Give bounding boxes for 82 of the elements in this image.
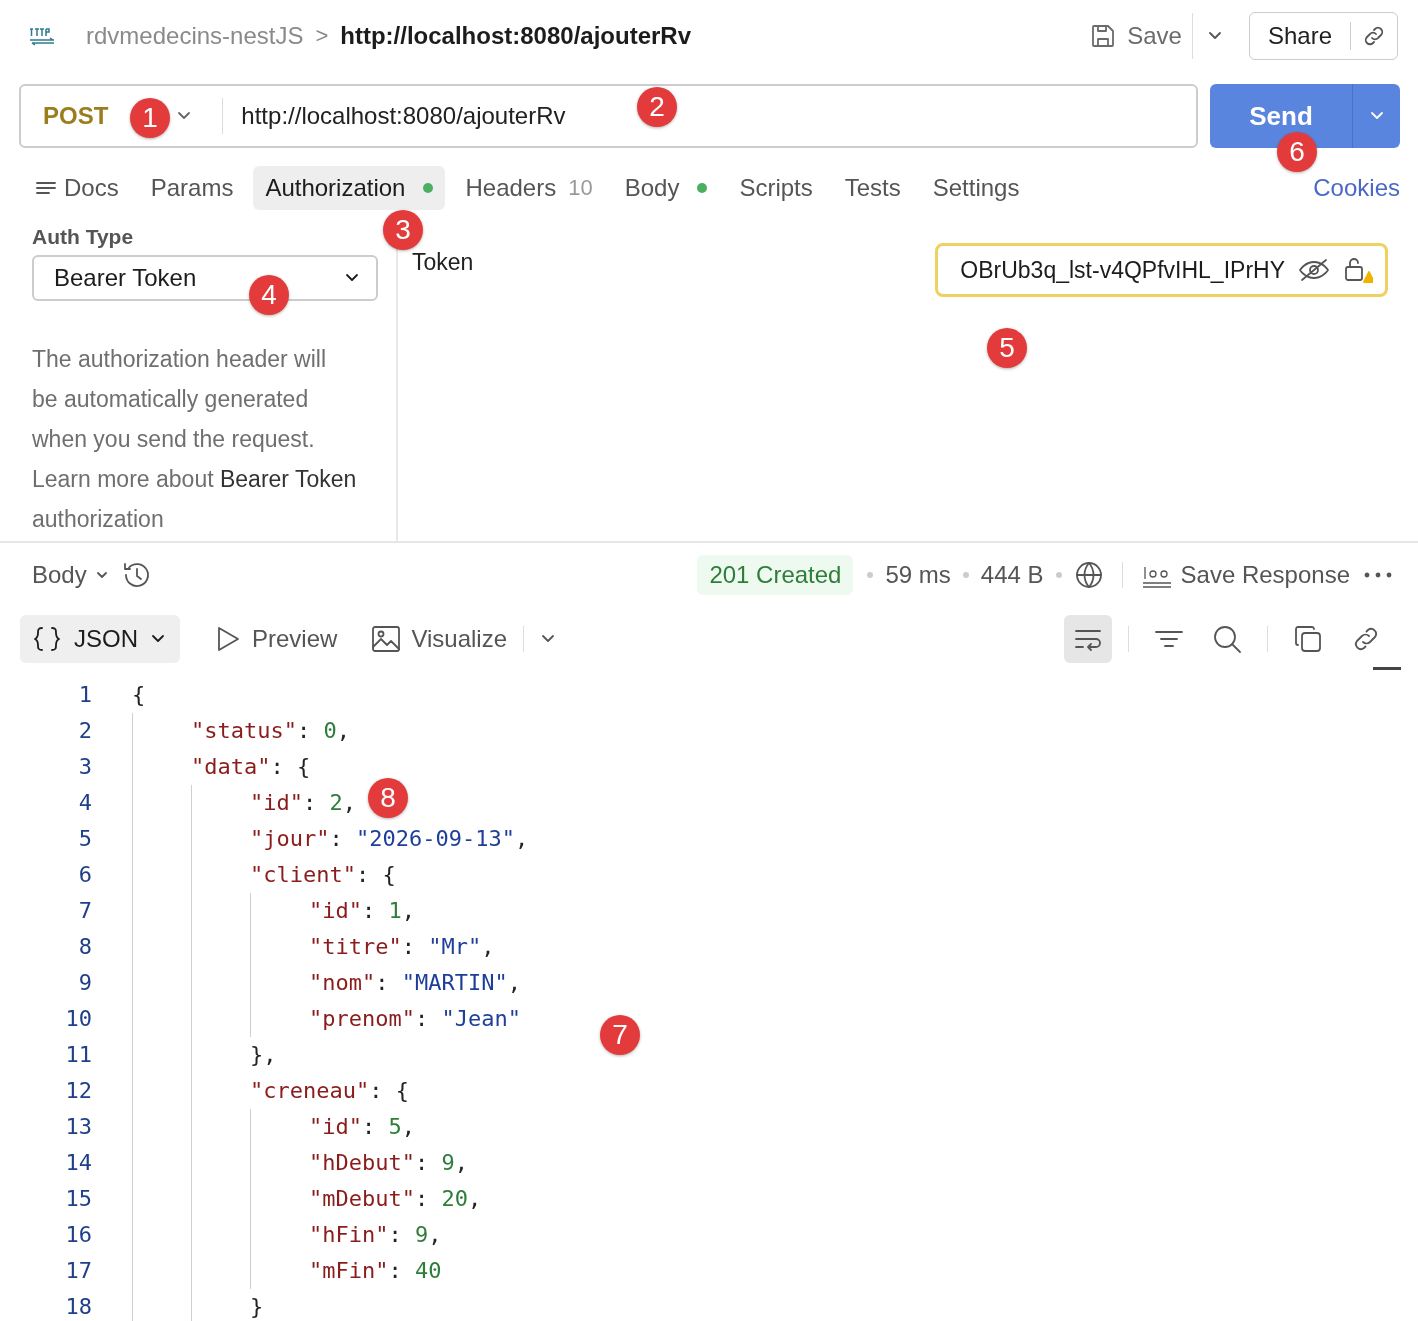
line-number: 16 [64, 1221, 92, 1249]
code-line: "id": 1, [132, 893, 529, 929]
line-number: 17 [64, 1257, 92, 1285]
header-count: 10 [568, 175, 593, 201]
code-line: "id": 5, [132, 1109, 529, 1145]
tab[interactable]: Scripts [727, 166, 825, 210]
url-field[interactable]: http://localhost:8080/ajouterRv [223, 102, 566, 130]
code-line: { [132, 681, 147, 709]
eye-off-icon [1297, 257, 1331, 283]
line-number: 13 [64, 1113, 92, 1141]
line-number: 15 [64, 1185, 92, 1213]
docs-link[interactable]: Bearer Token [219, 466, 357, 492]
line-number: 6 [77, 861, 92, 889]
code-line: "mFin": 40 [132, 1253, 529, 1289]
body-dropdown[interactable]: Body [32, 561, 109, 589]
braces-icon [32, 624, 62, 654]
code-line: "hFin": 9, [132, 1217, 529, 1253]
code-line: "nom": "MARTIN", [132, 965, 529, 1001]
tab[interactable]: Docs [24, 166, 131, 210]
code-line: }, [132, 1037, 529, 1073]
line-number: 4 [77, 789, 92, 817]
tab[interactable]: Headers 10 [453, 166, 605, 210]
step-marker: 3 [383, 210, 423, 250]
more-button[interactable] [1362, 570, 1394, 580]
breadcrumb-separator: > [315, 23, 329, 49]
code-line: "jour": "2026-09-13", [132, 821, 529, 857]
step-marker: 4 [249, 275, 289, 315]
line-number: 12 [64, 1077, 92, 1105]
preview-button[interactable]: Preview [214, 624, 338, 654]
tab[interactable]: Authorization [253, 166, 446, 210]
line-number: 2 [77, 717, 92, 745]
globe-icon [1073, 560, 1104, 590]
save-button[interactable]: Save [1079, 13, 1193, 59]
tab[interactable]: Tests [832, 166, 913, 210]
code-line: "creneau": { [132, 1073, 529, 1109]
save-response-button[interactable]: Save Response [1140, 561, 1350, 589]
line-number: 10 [64, 1005, 92, 1033]
tab[interactable]: Settings [920, 166, 1032, 210]
response-size: 444 B [980, 561, 1044, 589]
network-button[interactable] [1073, 560, 1104, 590]
tab[interactable]: Params [138, 166, 246, 210]
more-icon [1362, 570, 1394, 580]
code-line: "client": { [132, 857, 529, 893]
cookies-link[interactable]: Cookies [1313, 174, 1400, 202]
lock-warning-icon [1343, 256, 1373, 284]
line-number: 8 [77, 933, 92, 961]
token-field[interactable]: OBrUb3q_lst-v4QPfvIHL_IPrHY [935, 243, 1388, 297]
line-number: 1 [77, 681, 92, 709]
code-line: "status": 0, [132, 713, 529, 749]
line-number: 7 [77, 897, 92, 925]
code-line: "mDebut": 20, [132, 1181, 529, 1217]
image-icon [371, 624, 402, 654]
auth-type-label: Auth Type [32, 225, 135, 249]
response-time: 59 ms [885, 561, 951, 589]
step-marker: 2 [637, 87, 677, 127]
line-number: 18 [64, 1293, 92, 1321]
visualize-button[interactable]: Visualize [371, 624, 507, 654]
step-marker: 8 [368, 778, 408, 818]
code-line: "titre": "Mr", [132, 929, 529, 965]
search-icon [1212, 624, 1242, 654]
format-dropdown[interactable]: JSON [20, 615, 180, 663]
code-line: } [132, 1289, 529, 1321]
line-number: 11 [64, 1041, 92, 1069]
step-marker: 1 [130, 98, 170, 138]
docs-icon [36, 180, 56, 196]
token-label: Token [412, 248, 474, 276]
tab[interactable]: Body [612, 166, 720, 210]
auth-description: The authorization header will be automatically generated when you send the request. Learn more about Bearer Token authorization [32, 345, 357, 534]
step-marker: 5 [987, 328, 1027, 368]
code-line: "hDebut": 9, [132, 1145, 529, 1181]
status-badge: 201 Created [697, 555, 854, 595]
request-title: http://localhost:8080/ajouterRv [340, 22, 691, 50]
line-number: 3 [77, 753, 92, 781]
line-number: 14 [64, 1149, 92, 1177]
line-number: 9 [77, 969, 92, 997]
copy-icon [1293, 624, 1323, 654]
step-marker: 6 [1277, 132, 1317, 172]
line-number: 5 [77, 825, 92, 853]
code-line: "prenom": "Jean" [132, 1001, 529, 1037]
wrap-lines-button[interactable] [1064, 615, 1112, 663]
link-icon [1363, 25, 1385, 47]
step-marker: 7 [600, 1015, 640, 1055]
